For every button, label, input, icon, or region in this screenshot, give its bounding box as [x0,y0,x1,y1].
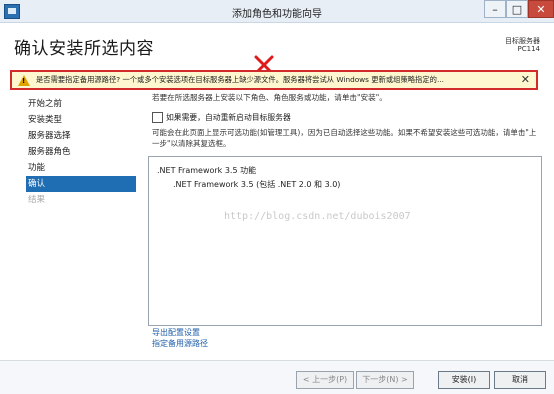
previous-button[interactable]: < 上一步(P) [296,371,354,389]
maximize-button[interactable]: □ [506,0,528,18]
close-button[interactable]: ✕ [528,0,554,18]
watermark: http://blog.csdn.net/dubois2007 [224,211,411,222]
page-title: 确认安装所选内容 [14,39,154,59]
feature-item: .NET Framework 3.5 功能 [157,166,257,175]
warning-icon [18,75,30,86]
restart-checkbox[interactable] [152,112,163,123]
destination-server-name: PC114 [517,45,540,53]
content-area: 若要在所选服务器上安装以下角色、角色服务或功能，请单击"安装"。 如果需要，自动… [152,92,542,148]
minimize-button[interactable]: – [484,0,506,18]
warning-text[interactable]: 是否需要指定备用源路径? 一个或多个安装选项在目标服务器上缺少源文件。服务器将尝… [36,75,444,85]
next-button[interactable]: 下一步(N) > [356,371,414,389]
nav-item-confirmation[interactable]: 确认 [26,176,136,192]
restart-checkbox-label[interactable]: 如果需要，自动重新启动目标服务器 [166,112,291,123]
export-config-link[interactable]: 导出配置设置 [152,327,200,338]
window-title: 添加角色和功能向导 [232,9,322,20]
nav-item-server-roles[interactable]: 服务器角色 [26,144,136,160]
cancel-button[interactable]: 取消 [494,371,546,389]
nav-item-server-selection[interactable]: 服务器选择 [26,128,136,144]
nav-item-results: 结果 [28,195,46,205]
nav-item-installation-type[interactable]: 安装类型 [26,112,136,128]
footer: < 上一步(P) 下一步(N) > 安装(I) 取消 [0,360,554,394]
feature-list: .NET Framework 3.5 功能 .NET Framework 3.5… [148,156,542,326]
warning-banner: 是否需要指定备用源路径? 一个或多个安装选项在目标服务器上缺少源文件。服务器将尝… [10,70,538,90]
banner-close-icon[interactable]: ✕ [521,73,530,86]
wizard-nav: 开始之前 安装类型 服务器选择 服务器角色 功能 确认 结果 [26,96,136,208]
intro-text: 若要在所选服务器上安装以下角色、角色服务或功能，请单击"安装"。 [152,93,387,102]
optional-features-note: 可能会在此页面上显示可选功能(如管理工具)，因为已自动选择这些功能。如果不希望安… [152,128,537,148]
nav-item-features[interactable]: 功能 [26,160,136,176]
alt-source-link[interactable]: 指定备用源路径 [152,338,208,349]
nav-item-before-you-begin[interactable]: 开始之前 [26,96,136,112]
install-button[interactable]: 安装(I) [438,371,490,389]
title-bar: 添加角色和功能向导 – □ ✕ [0,0,554,23]
feature-subitem: .NET Framework 3.5 (包括 .NET 2.0 和 3.0) [173,180,341,189]
